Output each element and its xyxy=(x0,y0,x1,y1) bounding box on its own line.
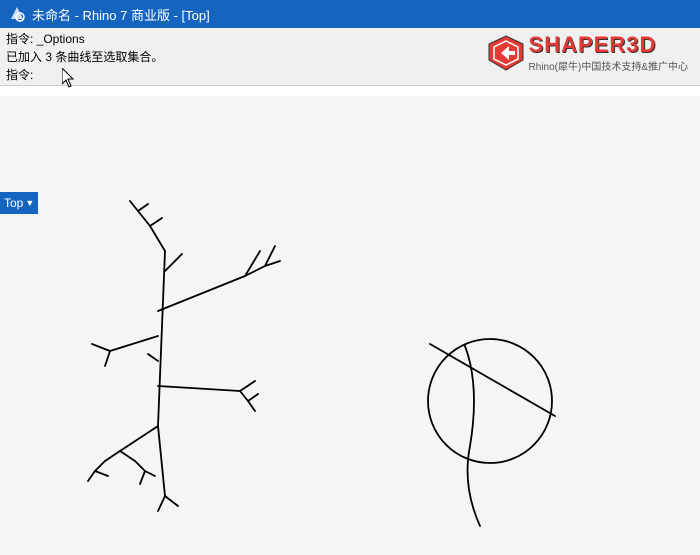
circle-drawing xyxy=(428,339,555,526)
viewport[interactable]: Top ▼ xyxy=(0,96,700,555)
command-area: SHAPER3D Rhino(犀牛)中国技术支持&推广中心 指令: _Optio… xyxy=(0,28,700,86)
title-text: 未命名 - Rhino 7 商业版 - [Top] xyxy=(32,5,210,24)
logo-shaper-text: SHAPER3D xyxy=(529,32,688,58)
tree-drawing xyxy=(88,201,280,511)
logo-icon-wrapper: SHAPER3D Rhino(犀牛)中国技术支持&推广中心 xyxy=(487,32,688,73)
drawing-canvas xyxy=(0,96,700,555)
app-icon xyxy=(8,5,26,23)
logo-subtitle: Rhino(犀牛)中国技术支持&推广中心 xyxy=(529,58,688,73)
title-bar: 未命名 - Rhino 7 商业版 - [Top] xyxy=(0,0,700,28)
logo-area: SHAPER3D Rhino(犀牛)中国技术支持&推广中心 xyxy=(483,28,692,77)
shaper-logo-icon xyxy=(487,34,525,72)
command-label: 指令: xyxy=(6,68,33,82)
logo-text-group: SHAPER3D Rhino(犀牛)中国技术支持&推广中心 xyxy=(529,32,688,73)
